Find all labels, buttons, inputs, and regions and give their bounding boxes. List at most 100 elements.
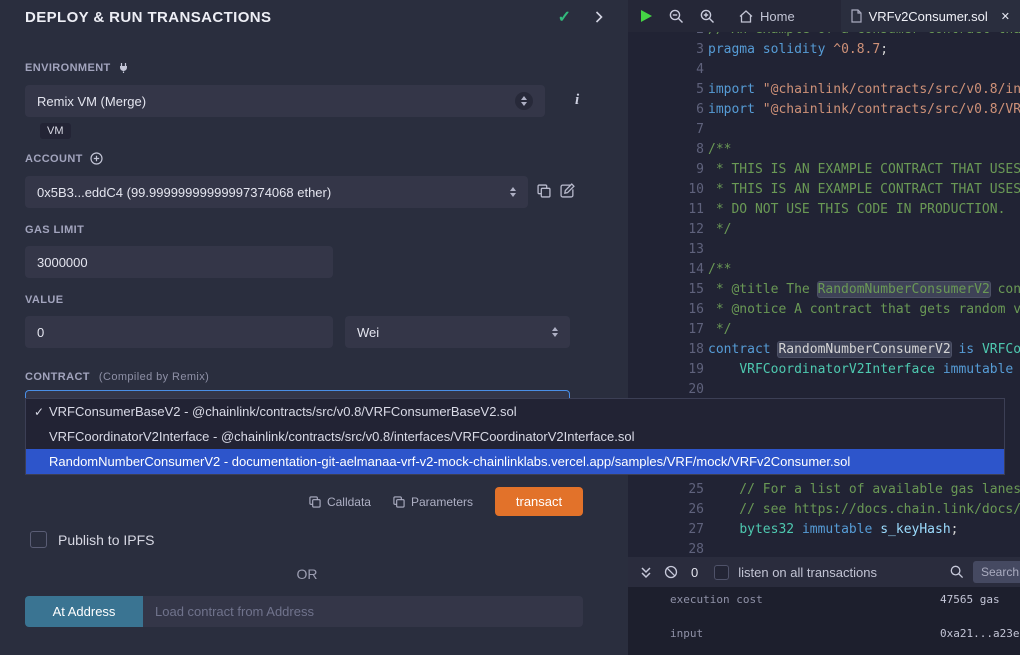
line-number: 9 [628,160,708,180]
code-line: 12 */ [628,220,1020,240]
account-select[interactable]: 0x5B3...eddC4 (99.99999999999997374068 e… [25,176,528,208]
select-arrows-icon [515,92,533,110]
at-address-input[interactable] [143,596,583,627]
code-text: bytes32 immutable s_keyHash; [708,520,1020,540]
code-line: 10 * THIS IS AN EXAMPLE CONTRACT THAT US… [628,180,1020,200]
zoom-out-icon[interactable] [669,9,684,24]
code-line: 15 * @title The RandomNumberConsumerV2 c… [628,280,1020,300]
run-icon[interactable] [640,9,653,23]
publish-ipfs-checkbox[interactable] [30,531,47,548]
line-number: 7 [628,120,708,140]
at-address-button[interactable]: At Address [25,596,143,627]
code-line: 8/** [628,140,1020,160]
terminal-search-input[interactable] [973,561,1020,583]
code-line: 2// An example of a consumer contract th… [628,32,1020,40]
deploy-run-panel: DEPLOY & RUN TRANSACTIONS ✓ ENVIRONMENT … [0,0,628,655]
tab-active-label: VRFv2Consumer.sol [869,9,988,24]
double-chevron-down-icon[interactable] [640,566,652,579]
option-check-icon: ✓ [34,405,49,419]
tab-home[interactable]: Home [733,0,801,32]
tab-active-file[interactable]: VRFv2Consumer.sol ✕ [841,0,1020,32]
line-number: 14 [628,260,708,280]
at-address-row: At Address [25,596,583,627]
line-number: 5 [628,80,708,100]
code-line: 17 */ [628,320,1020,340]
dropdown-option[interactable]: VRFCoordinatorV2Interface - @chainlink/c… [26,424,1004,449]
code-line: 20 [628,380,1020,400]
code-line: 14/** [628,260,1020,280]
code-line: 7 [628,120,1020,140]
clear-console-icon[interactable] [664,565,678,579]
code-text: * THIS IS AN EXAMPLE CONTRACT THAT USES … [708,160,1020,180]
code-line: 13 [628,240,1020,260]
code-text: // see https://docs.chain.link/docs/vrf-… [708,500,1020,520]
publish-ipfs-label: Publish to IPFS [58,532,155,548]
code-text: contract RandomNumberConsumerV2 is VRFCo… [708,340,1020,360]
contract-note: (Compiled by Remix) [99,371,209,383]
listen-all-checkbox[interactable] [714,565,729,580]
value-unit-select[interactable]: Wei [345,316,570,348]
listen-all-label: listen on all transactions [738,565,877,580]
line-number: 19 [628,360,708,380]
code-line: 3pragma solidity ^0.8.7; [628,40,1020,60]
line-number: 3 [628,40,708,60]
option-label: RandomNumberConsumerV2 - documentation-g… [49,454,850,469]
publish-row: Publish to IPFS [30,531,155,548]
code-line: 18contract RandomNumberConsumerV2 is VRF… [628,340,1020,360]
line-number: 2 [628,32,708,40]
code-line: 16 * @notice A contract that gets random… [628,300,1020,320]
line-number: 6 [628,100,708,120]
panel-header: DEPLOY & RUN TRANSACTIONS ✓ [0,0,628,34]
transact-button[interactable]: transact [495,487,583,516]
environment-select[interactable]: Remix VM (Merge) [25,85,545,117]
terminal-row: execution cost47565 gas [628,593,1020,609]
code-line: 27 bytes32 immutable s_keyHash; [628,520,1020,540]
gas-limit-input[interactable] [25,246,333,278]
calldata-label: Calldata [327,495,371,509]
line-number: 17 [628,320,708,340]
select-arrows-icon [552,327,558,337]
plus-circle-icon[interactable] [90,152,103,165]
line-number: 20 [628,380,708,400]
code-editor[interactable]: 2// An example of a consumer contract th… [628,32,1020,557]
line-number: 26 [628,500,708,520]
code-line: 6import "@chainlink/contracts/src/v0.8/V… [628,100,1020,120]
vm-badge: VM [40,123,71,139]
search-icon[interactable] [950,565,964,579]
parameters-label: Parameters [411,495,473,509]
pending-tx-count: 0 [691,565,698,580]
code-line: 28 [628,540,1020,557]
info-icon[interactable]: i [575,92,579,109]
code-text [708,120,1020,140]
close-icon[interactable]: ✕ [1001,10,1010,23]
environment-value: Remix VM (Merge) [37,94,515,109]
line-number: 28 [628,540,708,557]
edit-account-icon[interactable] [560,183,575,198]
code-line: 9 * THIS IS AN EXAMPLE CONTRACT THAT USE… [628,160,1020,180]
value-input[interactable] [25,316,333,348]
plug-icon [118,62,129,74]
code-line: 19 VRFCoordinatorV2Interface immutable C… [628,360,1020,380]
gas-limit-label: GAS LIMIT [25,224,84,236]
select-arrows-icon [510,187,516,197]
line-number: 13 [628,240,708,260]
line-number: 16 [628,300,708,320]
line-number: 25 [628,480,708,500]
parameters-button[interactable]: Parameters [393,495,473,509]
dropdown-option[interactable]: RandomNumberConsumerV2 - documentation-g… [26,449,1004,474]
zoom-in-icon[interactable] [700,9,715,24]
calldata-button[interactable]: Calldata [309,495,371,509]
code-line: 25 // For a list of available gas lanes … [628,480,1020,500]
dropdown-option[interactable]: ✓VRFConsumerBaseV2 - @chainlink/contract… [26,399,1004,424]
line-number: 8 [628,140,708,160]
account-value: 0x5B3...eddC4 (99.99999999999997374068 e… [37,185,510,200]
copy-icon [393,496,405,508]
copy-account-icon[interactable] [537,184,551,198]
code-text: * @title The RandomNumberConsumerV2 cont… [708,280,1020,300]
value-label: VALUE [25,294,63,306]
code-text [708,380,1020,400]
code-text: * THIS IS AN EXAMPLE CONTRACT THAT USES … [708,180,1020,200]
code-line: 5import "@chainlink/contracts/src/v0.8/i… [628,80,1020,100]
chevron-right-icon[interactable] [595,11,603,23]
code-text: VRFCoordinatorV2Interface immutable COOR… [708,360,1020,380]
